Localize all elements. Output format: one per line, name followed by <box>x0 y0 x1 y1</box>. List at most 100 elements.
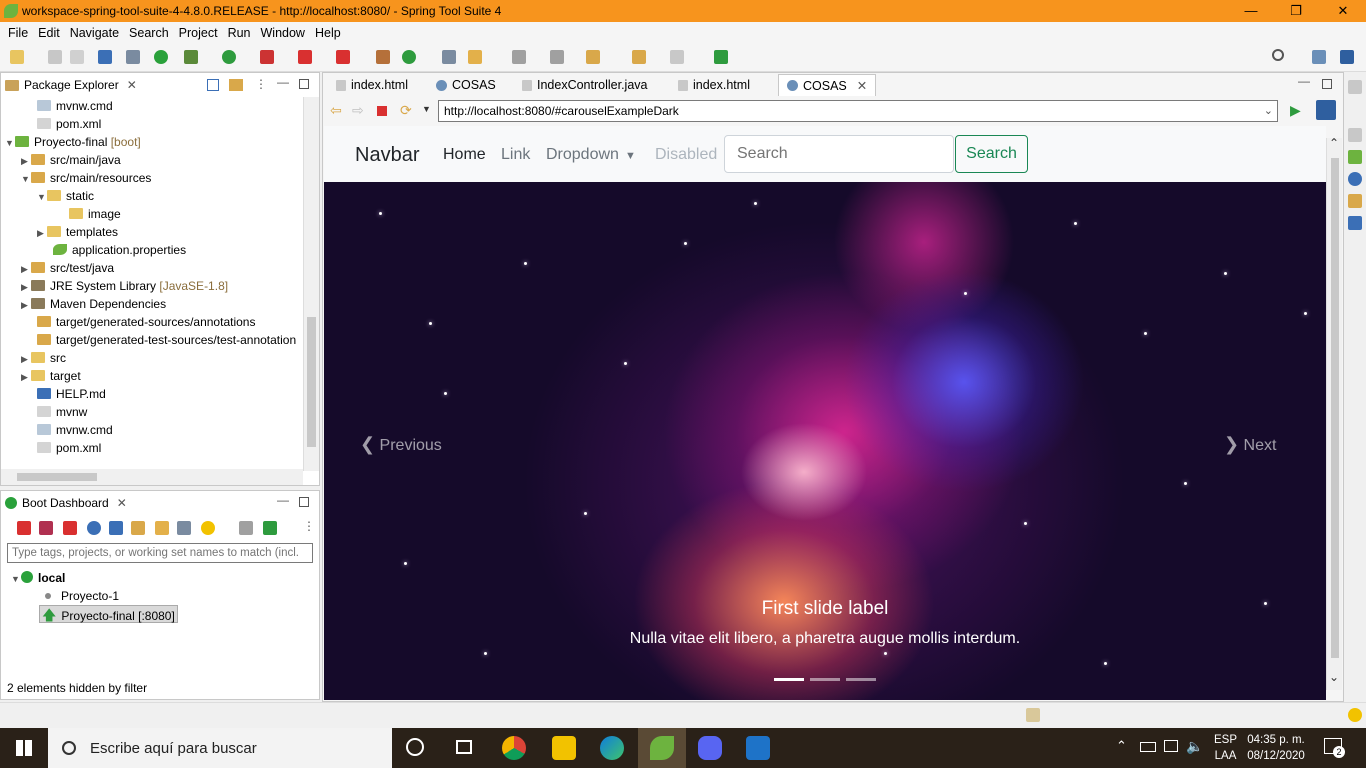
stop-loading-icon[interactable] <box>377 106 387 116</box>
back-icon[interactable] <box>632 50 646 64</box>
chevron-right-icon[interactable]: ▶ <box>21 152 31 170</box>
package-explorer-vscrollbar[interactable] <box>303 97 319 471</box>
menu-run[interactable]: Run <box>224 26 257 40</box>
battery-icon[interactable] <box>1140 742 1156 752</box>
next-annotation-icon[interactable] <box>512 50 526 64</box>
tree-item-templates[interactable]: ▶ templates <box>37 223 118 241</box>
spring-tool-suite-icon[interactable] <box>650 736 674 760</box>
properties-icon[interactable] <box>177 521 191 535</box>
nav-link-dropdown[interactable]: Dropdown ▼ <box>546 146 636 164</box>
tab-cosas-1[interactable]: COSAS <box>428 74 504 96</box>
nav-link-home[interactable]: Home <box>443 146 486 164</box>
scroll-thumb[interactable] <box>307 317 316 447</box>
windows-start-icon[interactable] <box>16 740 32 756</box>
tree-item-application-properties[interactable]: application.properties <box>53 241 186 259</box>
forward-arrow-icon[interactable]: ⇨ <box>352 102 364 119</box>
lightbulb-icon[interactable] <box>201 521 215 535</box>
tree-item-generated-sources[interactable]: target/generated-sources/annotations <box>37 313 255 331</box>
new-class-icon[interactable] <box>402 50 416 64</box>
menu-window[interactable]: Window <box>257 26 311 40</box>
console-icon[interactable] <box>109 521 123 535</box>
chevron-right-icon[interactable]: ▶ <box>37 224 47 242</box>
task-view-icon[interactable] <box>456 740 472 754</box>
scroll-thumb[interactable] <box>17 473 97 481</box>
history-dropdown-icon[interactable]: ▼ <box>422 104 431 114</box>
maximize-editor-icon[interactable] <box>1322 79 1332 89</box>
debug-icon[interactable] <box>184 50 198 64</box>
tree-item-image[interactable]: image <box>69 205 121 223</box>
search-icon[interactable] <box>1272 49 1284 61</box>
expose-icon[interactable] <box>239 521 253 535</box>
view-menu-icon[interactable]: ⋮ <box>303 519 315 533</box>
clock[interactable]: 04:35 p. m. 08/12/2020 <box>1246 732 1306 764</box>
tree-item-proyecto-final[interactable]: ▼ Proyecto-final [boot] <box>5 133 141 151</box>
edit-icon[interactable] <box>155 521 169 535</box>
tree-item-src[interactable]: ▶ src <box>21 349 66 367</box>
tab-index-html-2[interactable]: index.html <box>670 74 758 96</box>
tree-item-src-test-java[interactable]: ▶ src/test/java <box>21 259 114 277</box>
language-indicator[interactable]: ESP LAA <box>1214 732 1237 764</box>
restore-button[interactable]: ❐ <box>1273 0 1319 22</box>
carousel-next-control[interactable]: ❯ Next <box>1224 434 1276 455</box>
boot-dashboard-icon[interactable] <box>154 50 168 64</box>
chevron-right-icon[interactable]: ▶ <box>21 278 31 296</box>
collapse-all-icon[interactable] <box>207 79 219 91</box>
menu-edit[interactable]: Edit <box>34 26 66 40</box>
maximize-view-icon[interactable] <box>299 79 309 89</box>
minimize-view-icon[interactable]: — <box>277 75 289 89</box>
url-field[interactable]: http://localhost:8080/#carouselExampleDa… <box>438 100 1278 122</box>
tree-item-proyecto-final-running[interactable]: 🡅 Proyecto-final [:8080] <box>39 605 178 623</box>
chevron-down-icon[interactable]: ▼ <box>21 170 31 188</box>
tree-item-maven-dependencies[interactable]: ▶ Maven Dependencies <box>21 295 166 313</box>
tab-cosas-active[interactable]: COSAS ✕ <box>778 74 877 96</box>
skip-breakpoints-icon[interactable] <box>126 50 140 64</box>
navbar-search-button[interactable]: Search <box>955 135 1028 173</box>
minimize-button[interactable]: — <box>1228 0 1274 22</box>
tree-item-local[interactable]: ▼ local <box>11 569 65 587</box>
chevron-right-icon[interactable]: ▶ <box>21 350 31 368</box>
outline-icon[interactable] <box>1348 128 1362 142</box>
external-browser-icon[interactable] <box>1316 100 1336 120</box>
carousel-indicator-3[interactable] <box>846 678 876 681</box>
menu-navigate[interactable]: Navigate <box>66 26 125 40</box>
tree-item-mvnw[interactable]: mvnw <box>37 403 87 421</box>
menu-search[interactable]: Search <box>125 26 175 40</box>
coverage-icon[interactable] <box>260 50 274 64</box>
close-tab-icon[interactable]: ✕ <box>857 78 867 93</box>
show-hidden-icons-icon[interactable]: ⌃ <box>1116 738 1127 754</box>
carousel-indicator-2[interactable] <box>810 678 840 681</box>
add-icon[interactable] <box>263 521 277 535</box>
chevron-down-icon[interactable]: ▼ <box>11 570 21 588</box>
tree-item-target[interactable]: ▶ target <box>21 367 81 385</box>
tree-item-mvnw-cmd-2[interactable]: mvnw.cmd <box>37 421 113 439</box>
url-dropdown-icon[interactable]: ⌄ <box>1264 104 1273 117</box>
edge-icon[interactable] <box>600 736 624 760</box>
open-perspective-icon[interactable] <box>1312 50 1326 64</box>
relaunch-icon[interactable] <box>336 50 350 64</box>
file-explorer-icon[interactable] <box>552 736 576 760</box>
save-all-icon[interactable] <box>70 50 84 64</box>
console-icon[interactable] <box>1348 216 1362 230</box>
menu-project[interactable]: Project <box>175 26 224 40</box>
save-icon[interactable] <box>48 50 62 64</box>
terminal-icon[interactable] <box>98 50 112 64</box>
open-type-icon[interactable] <box>442 50 456 64</box>
refresh-icon[interactable] <box>131 521 145 535</box>
close-button[interactable]: ✕ <box>1320 0 1366 22</box>
tree-item-pom-xml-2[interactable]: pom.xml <box>37 439 101 457</box>
run-icon[interactable] <box>222 50 236 64</box>
scroll-down-icon[interactable]: ⌄ <box>1329 670 1339 684</box>
refresh-page-icon[interactable]: ⟳ <box>400 102 412 119</box>
back-arrow-icon[interactable]: ⇦ <box>330 102 342 119</box>
scroll-up-icon[interactable]: ⌃ <box>1329 136 1339 150</box>
filter-input[interactable] <box>7 543 313 563</box>
view-menu-icon[interactable]: ⋮ <box>255 77 267 91</box>
menu-help[interactable]: Help <box>311 26 347 40</box>
link-editor-icon[interactable] <box>229 79 243 91</box>
tree-item-jre-system-library[interactable]: ▶ JRE System Library [JavaSE-1.8] <box>21 277 228 295</box>
media-player-icon[interactable] <box>746 736 770 760</box>
tree-item-static[interactable]: ▼ static <box>37 187 94 205</box>
search-tool-icon[interactable] <box>468 50 482 64</box>
navbar-search-input[interactable] <box>724 135 954 173</box>
maximize-view-icon[interactable] <box>299 497 309 507</box>
